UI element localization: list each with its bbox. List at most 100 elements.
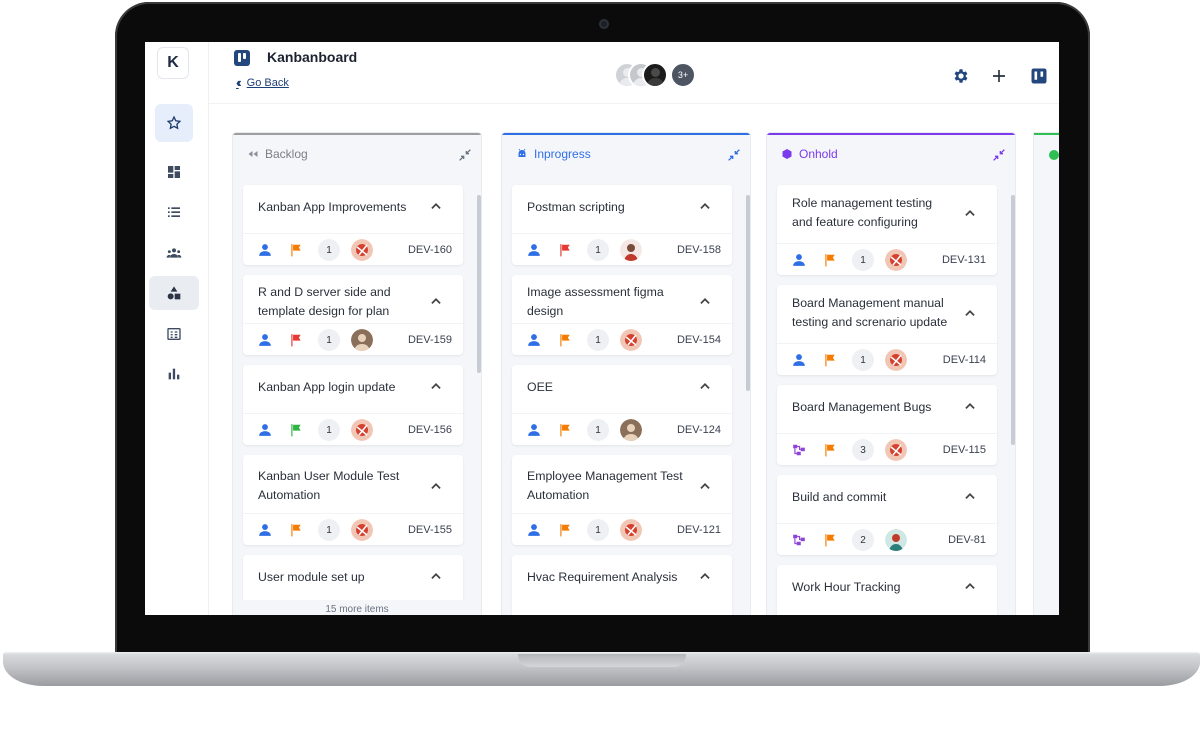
user-icon[interactable] xyxy=(527,523,541,537)
task-card[interactable]: Hvac Requirement Analysis xyxy=(512,555,732,615)
flag-icon[interactable] xyxy=(823,252,837,268)
sidebar-item-report[interactable] xyxy=(155,315,193,353)
flag-icon[interactable] xyxy=(558,522,572,538)
flag-icon[interactable] xyxy=(289,522,303,538)
card-footer: 1 DEV-158 xyxy=(512,233,732,265)
chevron-up-icon[interactable] xyxy=(429,294,443,308)
subtask-icon[interactable] xyxy=(792,443,806,457)
column-scrollbar[interactable] xyxy=(1011,195,1015,445)
collapse-icon[interactable] xyxy=(457,147,473,163)
assignee-avatar[interactable] xyxy=(620,419,642,441)
task-card[interactable]: R and D server side and template design … xyxy=(243,275,463,355)
task-id: DEV-154 xyxy=(676,334,721,346)
chevron-up-icon[interactable] xyxy=(698,569,712,583)
flag-icon[interactable] xyxy=(558,332,572,348)
comment-count: 1 xyxy=(852,349,874,371)
app-logo[interactable]: K xyxy=(157,47,189,79)
sidebar-item-shapes[interactable] xyxy=(149,276,199,310)
dashboard-icon xyxy=(168,166,180,178)
flag-icon[interactable] xyxy=(289,332,303,348)
chevron-up-icon[interactable] xyxy=(429,479,443,493)
column-scrollbar[interactable] xyxy=(746,195,750,391)
task-card[interactable]: Build and commit 2 DEV-81 xyxy=(777,475,997,555)
user-icon[interactable] xyxy=(792,353,806,367)
user-icon[interactable] xyxy=(258,523,272,537)
assignee-avatar[interactable] xyxy=(885,529,907,551)
collapse-icon[interactable] xyxy=(991,147,1007,163)
chevron-up-icon[interactable] xyxy=(429,569,443,583)
kanban-board-icon xyxy=(1031,68,1047,84)
go-back-label: Go Back xyxy=(246,76,289,89)
chevron-up-icon[interactable] xyxy=(963,206,977,220)
go-back-link[interactable]: ‹‹ Go Back xyxy=(236,75,289,90)
assignee-avatar[interactable] xyxy=(885,349,907,371)
assignee-avatar[interactable] xyxy=(885,439,907,461)
flag-icon[interactable] xyxy=(823,352,837,368)
task-id: DEV-124 xyxy=(676,424,721,436)
assignee-avatar[interactable] xyxy=(351,239,373,261)
list-icon xyxy=(168,207,180,217)
task-card[interactable]: Work Hour Tracking xyxy=(777,565,997,615)
task-card[interactable]: OEE 1 DEV-124 xyxy=(512,365,732,445)
laptop-notch xyxy=(518,654,686,667)
task-card[interactable]: Kanban App login update 1 DEV-156 xyxy=(243,365,463,445)
chevron-up-icon[interactable] xyxy=(429,379,443,393)
assignee-avatar[interactable] xyxy=(620,329,642,351)
flag-icon[interactable] xyxy=(289,242,303,258)
collapse-icon[interactable] xyxy=(726,147,742,163)
more-members-badge[interactable]: 3+ xyxy=(670,62,696,88)
column-scrollbar[interactable] xyxy=(477,195,481,373)
sidebar-item-favorites[interactable] xyxy=(155,104,193,142)
user-icon[interactable] xyxy=(527,243,541,257)
assignee-avatar[interactable] xyxy=(620,239,642,261)
subtask-icon[interactable] xyxy=(792,533,806,547)
column-title: Inprogress xyxy=(534,147,591,161)
user-icon[interactable] xyxy=(258,243,272,257)
assignee-avatar[interactable] xyxy=(351,419,373,441)
assignee-avatar[interactable] xyxy=(885,249,907,271)
user-icon[interactable] xyxy=(792,253,806,267)
chevron-up-icon[interactable] xyxy=(698,294,712,308)
chevron-up-icon[interactable] xyxy=(963,579,977,593)
assignee-avatar[interactable] xyxy=(620,519,642,541)
chevron-up-icon[interactable] xyxy=(698,199,712,213)
task-card[interactable]: Kanban App Improvements 1 DEV-160 xyxy=(243,185,463,265)
assignee-avatar[interactable] xyxy=(351,329,373,351)
more-items-link[interactable]: 15 more items xyxy=(233,600,481,615)
flag-icon[interactable] xyxy=(823,442,837,458)
member-avatars[interactable]: 3+ xyxy=(614,62,714,88)
user-icon[interactable] xyxy=(527,423,541,437)
assignee-avatar[interactable] xyxy=(351,519,373,541)
chevron-up-icon[interactable] xyxy=(963,306,977,320)
chevron-up-icon[interactable] xyxy=(963,399,977,413)
sidebar-item-dashboard[interactable] xyxy=(155,153,193,191)
user-icon[interactable] xyxy=(258,333,272,347)
flag-icon[interactable] xyxy=(558,422,572,438)
sidebar-item-list[interactable] xyxy=(155,193,193,231)
task-card[interactable]: Employee Management Test Automation 1 DE… xyxy=(512,455,732,545)
task-card[interactable]: Image assessment figma design 1 DEV-154 xyxy=(512,275,732,355)
settings-button[interactable] xyxy=(950,65,972,87)
chevron-up-icon[interactable] xyxy=(698,479,712,493)
board-view-button[interactable] xyxy=(1028,65,1050,87)
flag-icon[interactable] xyxy=(289,422,303,438)
sidebar-item-analytics[interactable] xyxy=(155,355,193,393)
chevron-up-icon[interactable] xyxy=(698,379,712,393)
add-button[interactable] xyxy=(988,65,1010,87)
column-title: Backlog xyxy=(265,147,308,161)
user-icon[interactable] xyxy=(258,423,272,437)
column-header: Onhold xyxy=(781,147,838,161)
flag-icon[interactable] xyxy=(823,532,837,548)
task-card[interactable]: Role management testing and feature conf… xyxy=(777,185,997,275)
sidebar-item-team[interactable] xyxy=(155,234,193,272)
task-card[interactable]: Postman scripting 1 DEV-158 xyxy=(512,185,732,265)
task-card[interactable]: Kanban User Module Test Automation 1 DEV… xyxy=(243,455,463,545)
task-id: DEV-160 xyxy=(407,244,452,256)
app-screen: K Kanbanboard ‹‹ Go Back 3+ Backlog Kanb… xyxy=(145,42,1059,615)
task-card[interactable]: Board Management manual testing and scre… xyxy=(777,285,997,375)
user-icon[interactable] xyxy=(527,333,541,347)
chevron-up-icon[interactable] xyxy=(963,489,977,503)
task-card[interactable]: Board Management Bugs 3 DEV-115 xyxy=(777,385,997,465)
flag-icon[interactable] xyxy=(558,242,572,258)
chevron-up-icon[interactable] xyxy=(429,199,443,213)
